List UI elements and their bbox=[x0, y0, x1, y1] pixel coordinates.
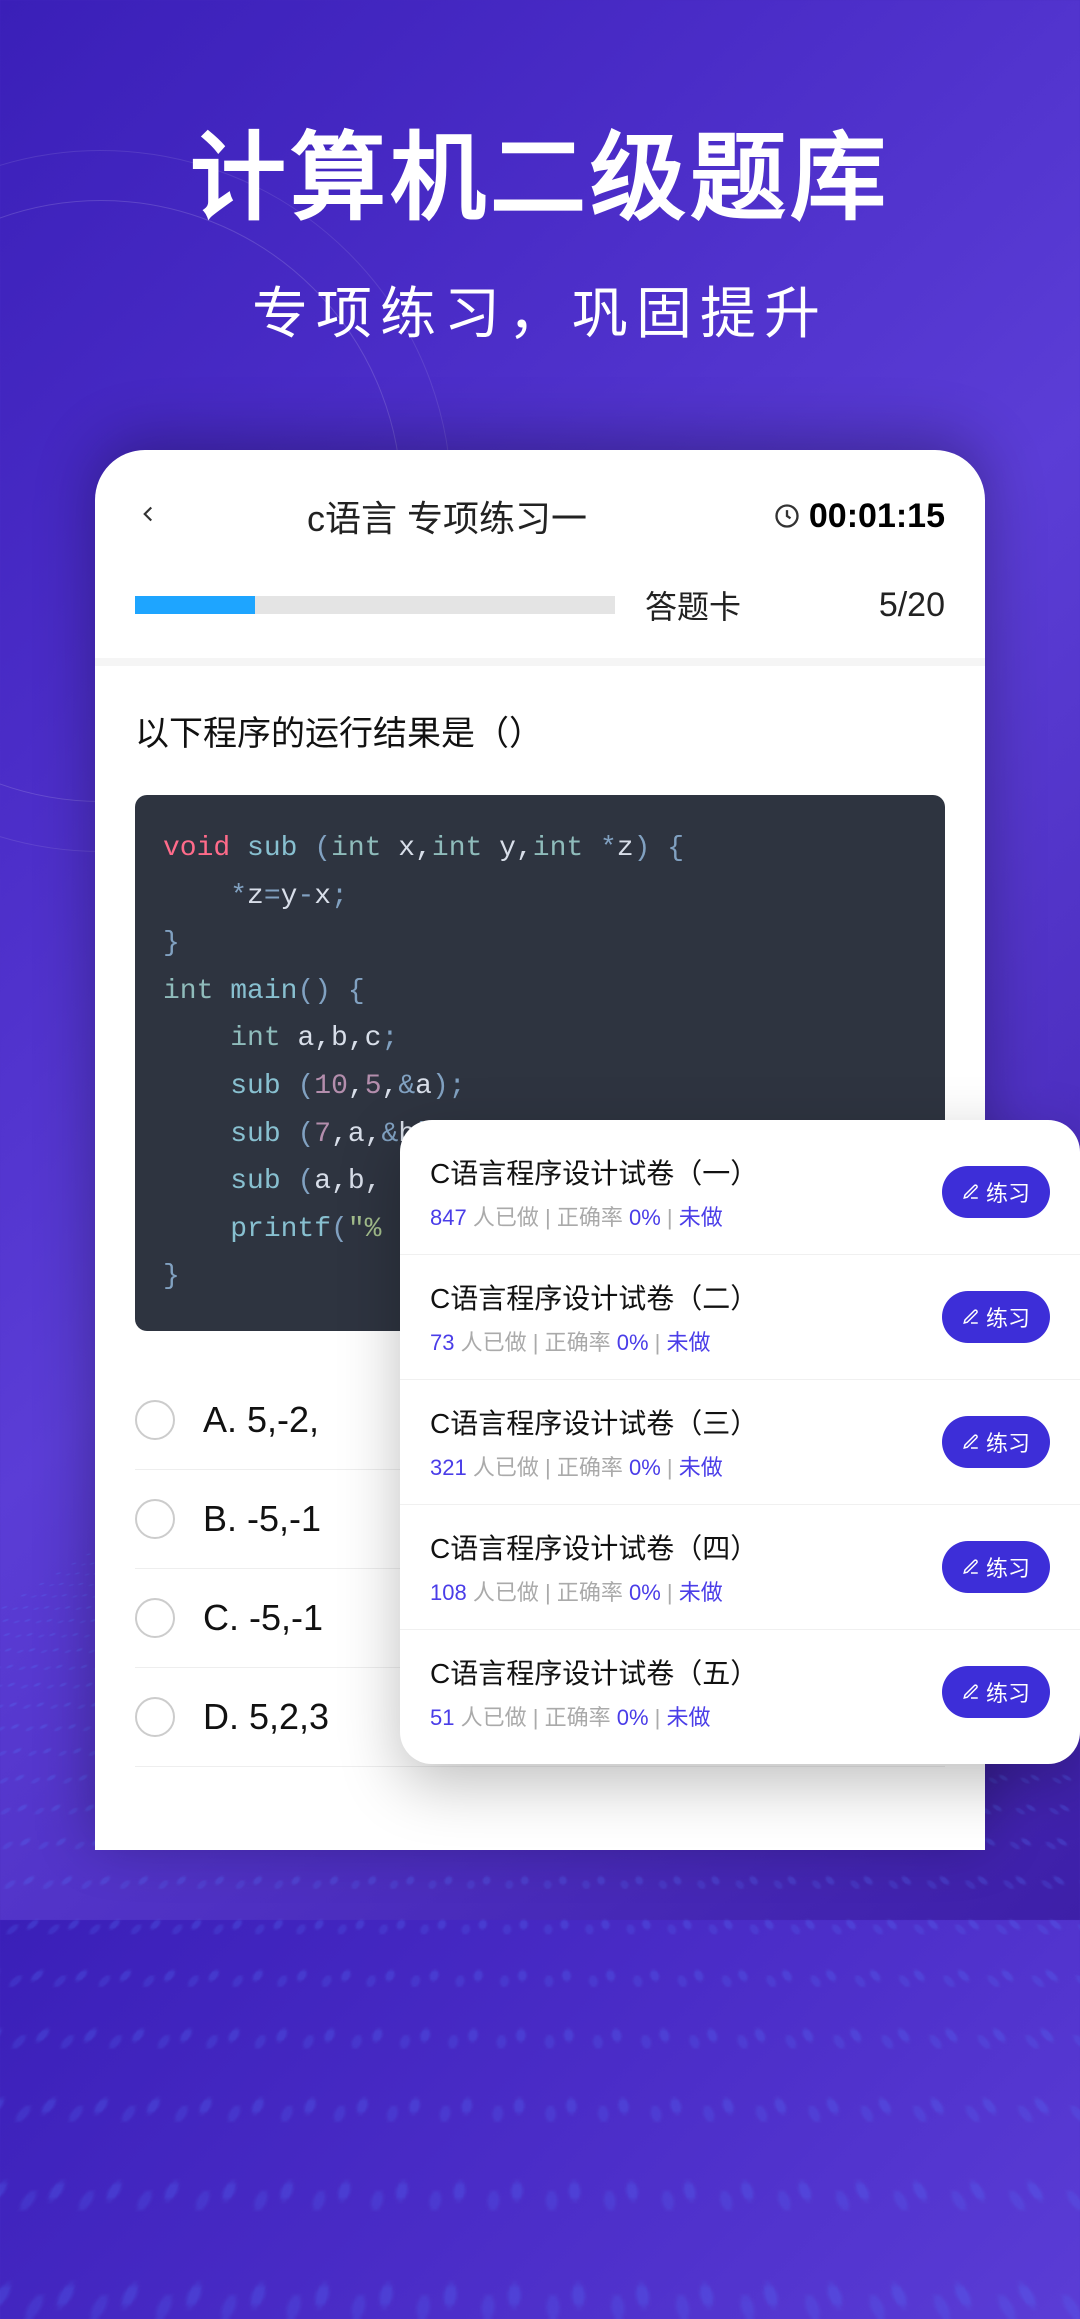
paper-title: C语言程序设计试卷（一） bbox=[430, 1152, 942, 1192]
paper-meta: 108 人已做 | 正确率 0% | 未做 bbox=[430, 1575, 942, 1607]
hero-subtitle: 专项练习，巩固提升 bbox=[0, 269, 1080, 350]
option-label: B. -5,-1 bbox=[203, 1498, 321, 1540]
edit-icon bbox=[962, 1558, 980, 1576]
timer-value: 00:01:15 bbox=[809, 497, 945, 536]
paper-meta: 51 人已做 | 正确率 0% | 未做 bbox=[430, 1700, 942, 1732]
option-label: D. 5,2,3 bbox=[203, 1696, 329, 1738]
practice-button[interactable]: 练习 bbox=[942, 1541, 1050, 1593]
page-title: c语言 专项练习一 bbox=[121, 490, 773, 542]
edit-icon bbox=[962, 1433, 980, 1451]
paper-item[interactable]: C语言程序设计试卷（四） 108 人已做 | 正确率 0% | 未做 练习 bbox=[400, 1505, 1080, 1630]
practice-button[interactable]: 练习 bbox=[942, 1291, 1050, 1343]
radio-icon bbox=[135, 1499, 175, 1539]
timer: 00:01:15 bbox=[773, 497, 945, 536]
progress-row: 答题卡 5/20 bbox=[95, 562, 985, 666]
option-label: C. -5,-1 bbox=[203, 1597, 323, 1639]
papers-overlay: C语言程序设计试卷（一） 847 人已做 | 正确率 0% | 未做 练习 C语… bbox=[400, 1120, 1080, 1764]
paper-item[interactable]: C语言程序设计试卷（一） 847 人已做 | 正确率 0% | 未做 练习 bbox=[400, 1130, 1080, 1255]
edit-icon bbox=[962, 1683, 980, 1701]
clock-icon bbox=[773, 502, 801, 530]
progress-bar bbox=[135, 596, 615, 614]
answer-card-button[interactable]: 答题卡 bbox=[645, 582, 741, 628]
paper-meta: 847 人已做 | 正确率 0% | 未做 bbox=[430, 1200, 942, 1232]
paper-meta: 73 人已做 | 正确率 0% | 未做 bbox=[430, 1325, 942, 1357]
question-text: 以下程序的运行结果是（） bbox=[95, 666, 985, 795]
topbar: c语言 专项练习一 00:01:15 bbox=[95, 450, 985, 562]
paper-item[interactable]: C语言程序设计试卷（五） 51 人已做 | 正确率 0% | 未做 练习 bbox=[400, 1630, 1080, 1754]
paper-item[interactable]: C语言程序设计试卷（三） 321 人已做 | 正确率 0% | 未做 练习 bbox=[400, 1380, 1080, 1505]
option-label: A. 5,-2, bbox=[203, 1399, 319, 1441]
paper-item[interactable]: C语言程序设计试卷（二） 73 人已做 | 正确率 0% | 未做 练习 bbox=[400, 1255, 1080, 1380]
hero-title: 计算机二级题库 bbox=[0, 100, 1080, 239]
paper-title: C语言程序设计试卷（二） bbox=[430, 1277, 942, 1317]
progress-fill bbox=[135, 596, 255, 614]
practice-button[interactable]: 练习 bbox=[942, 1166, 1050, 1218]
radio-icon bbox=[135, 1697, 175, 1737]
paper-meta: 321 人已做 | 正确率 0% | 未做 bbox=[430, 1450, 942, 1482]
edit-icon bbox=[962, 1308, 980, 1326]
radio-icon bbox=[135, 1598, 175, 1638]
radio-icon bbox=[135, 1400, 175, 1440]
progress-count: 5/20 bbox=[879, 586, 945, 625]
paper-title: C语言程序设计试卷（五） bbox=[430, 1652, 942, 1692]
edit-icon bbox=[962, 1183, 980, 1201]
paper-title: C语言程序设计试卷（三） bbox=[430, 1402, 942, 1442]
paper-title: C语言程序设计试卷（四） bbox=[430, 1527, 942, 1567]
practice-button[interactable]: 练习 bbox=[942, 1666, 1050, 1718]
hero-banner: 计算机二级题库 专项练习，巩固提升 bbox=[0, 0, 1080, 350]
practice-button[interactable]: 练习 bbox=[942, 1416, 1050, 1468]
